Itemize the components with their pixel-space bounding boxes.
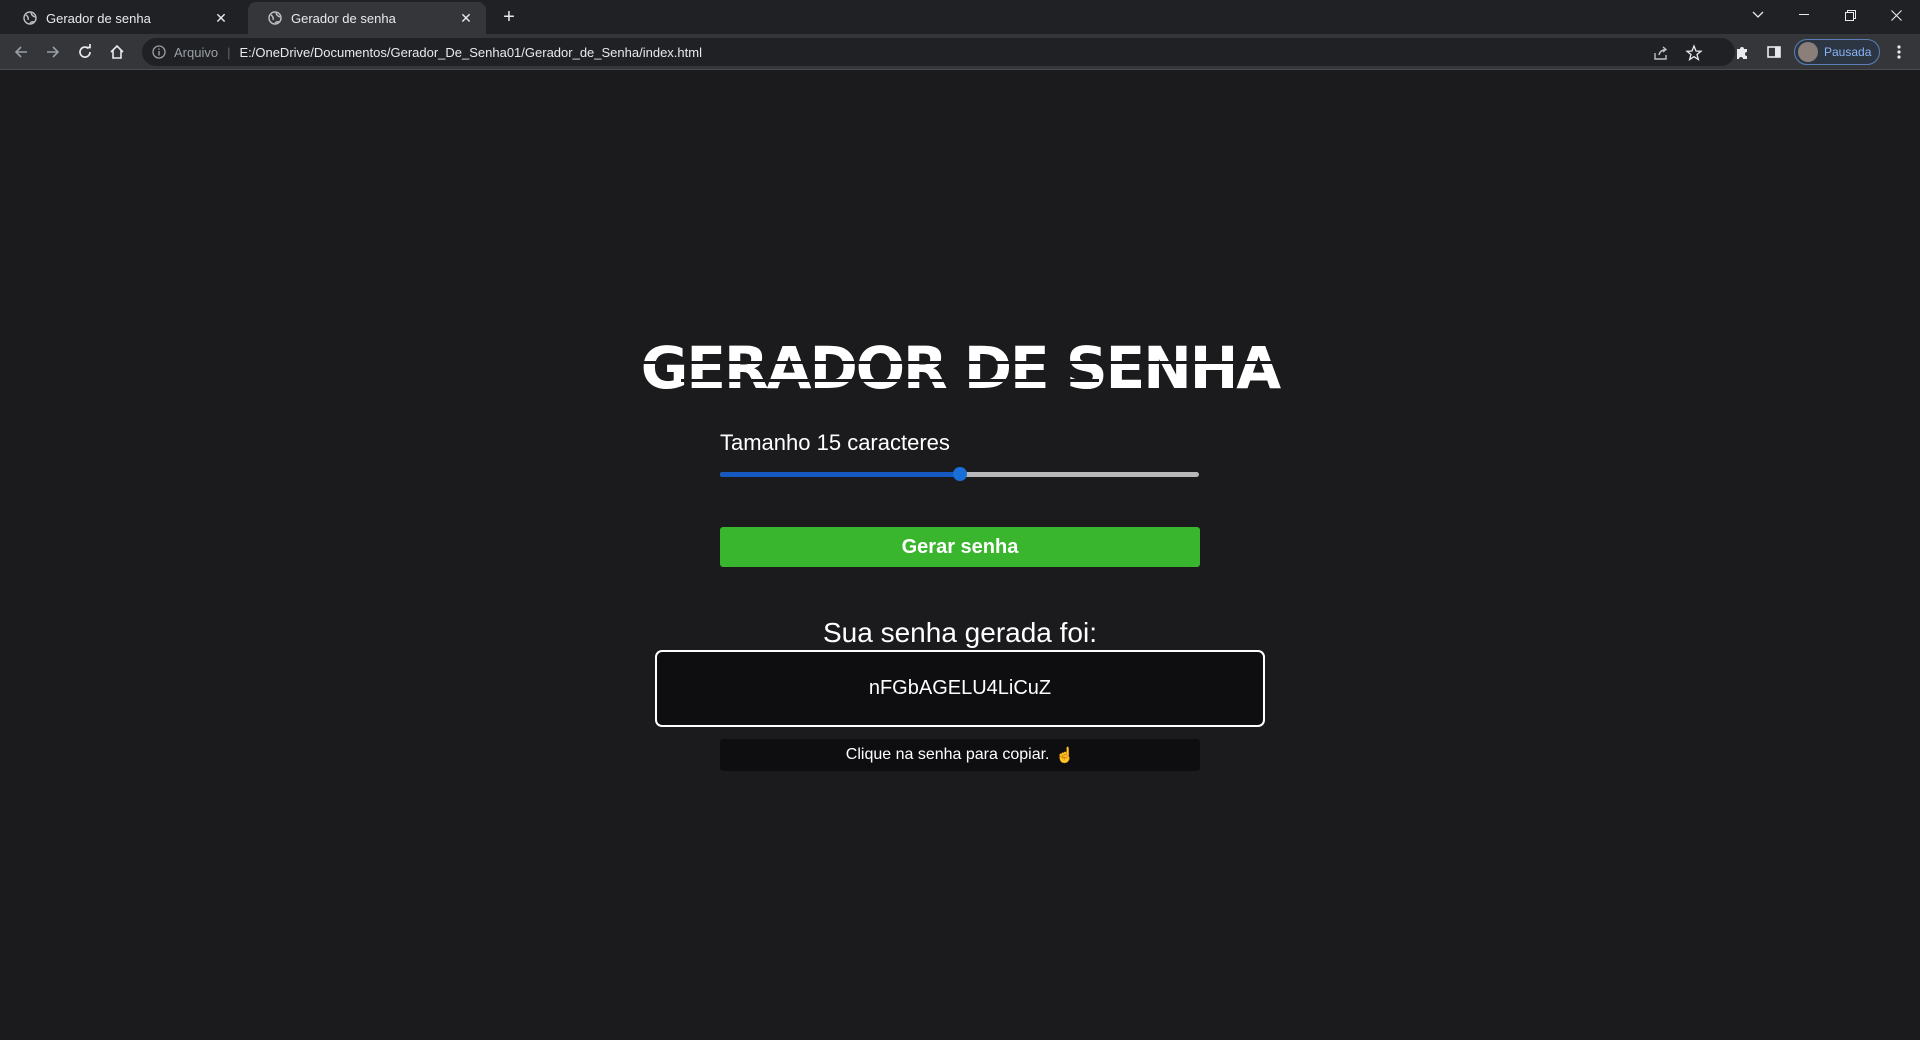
info-icon[interactable] — [151, 44, 167, 60]
password-output[interactable]: nFGbAGELU4LiCuZ — [655, 650, 1265, 727]
side-panel-icon[interactable] — [1761, 39, 1787, 65]
close-icon[interactable]: ✕ — [211, 8, 231, 28]
slider-thumb[interactable] — [952, 467, 967, 481]
globe-icon — [268, 11, 282, 25]
url-separator: | — [227, 44, 231, 60]
page-title-container: GERADOR DE SENHA — [0, 334, 1920, 402]
close-window-icon[interactable] — [1873, 0, 1919, 30]
profile-button[interactable]: Pausada — [1794, 39, 1880, 65]
copy-hint: Clique na senha para copiar. ☝ — [720, 739, 1200, 771]
slider-fill — [720, 472, 960, 477]
length-label: Tamanho 15 caracteres — [720, 430, 950, 455]
bookmark-star-icon[interactable] — [1685, 44, 1703, 62]
copy-hint-text: Clique na senha para copiar. — [845, 746, 1050, 763]
password-text[interactable]: nFGbAGELU4LiCuZ — [869, 677, 1051, 700]
address-bar[interactable]: Arquivo | E:/OneDrive/Documentos/Gerador… — [142, 38, 1735, 66]
extensions-puzzle-icon[interactable] — [1729, 39, 1755, 65]
new-tab-button[interactable]: + — [498, 6, 520, 28]
tab-search-icon[interactable] — [1735, 0, 1781, 30]
kebab-menu-icon[interactable] — [1886, 39, 1912, 65]
avatar — [1798, 42, 1818, 62]
share-icon[interactable] — [1652, 44, 1670, 62]
glitch-line — [640, 361, 1280, 364]
forward-icon[interactable] — [40, 39, 66, 65]
length-slider[interactable] — [720, 467, 1199, 481]
tab-title: Gerador de senha — [46, 10, 151, 26]
restore-icon[interactable] — [1827, 0, 1873, 30]
tab-strip: Gerador de senha ✕ Gerador de senha ✕ + — [0, 0, 1920, 34]
profile-status-label: Pausada — [1824, 45, 1872, 59]
browser-tab-active[interactable]: Gerador de senha ✕ — [248, 2, 486, 34]
minimize-icon[interactable] — [1781, 0, 1827, 30]
back-icon[interactable] — [8, 39, 34, 65]
generate-password-button[interactable]: Gerar senha — [720, 527, 1200, 567]
result-label: Sua senha gerada foi: — [823, 617, 1097, 648]
reload-icon[interactable] — [72, 39, 98, 65]
globe-icon — [23, 11, 37, 25]
browser-tab[interactable]: Gerador de senha ✕ — [3, 2, 241, 34]
url-text[interactable]: E:/OneDrive/Documentos/Gerador_De_Senha0… — [239, 45, 702, 60]
page-title: GERADOR DE SENHA — [640, 334, 1281, 402]
tab-title: Gerador de senha — [291, 10, 396, 26]
pointing-hand-icon: ☝ — [1055, 747, 1075, 764]
close-icon[interactable]: ✕ — [456, 8, 476, 28]
url-scheme-label: Arquivo — [174, 44, 219, 60]
browser-toolbar: Arquivo | E:/OneDrive/Documentos/Gerador… — [0, 34, 1920, 70]
home-icon[interactable] — [104, 39, 130, 65]
glitch-line — [680, 379, 1100, 382]
